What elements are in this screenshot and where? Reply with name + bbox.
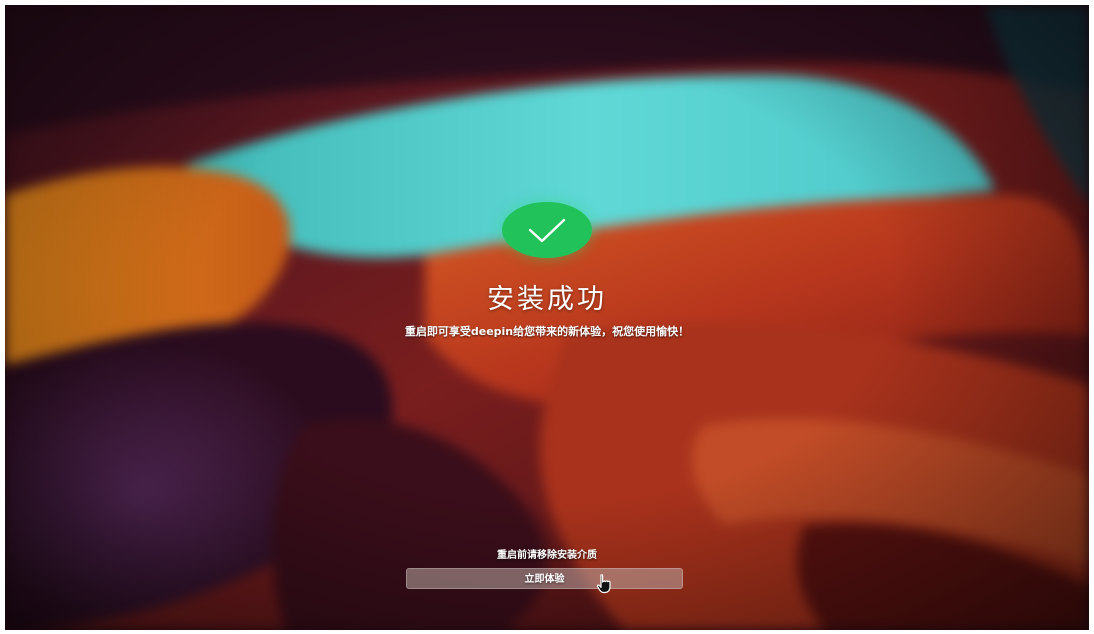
install-result-panel: 安装成功 重启即可享受deepin给您带来的新体验，祝您使用愉快！ 重启前请移除…	[5, 5, 1089, 630]
install-success-message: 重启即可享受deepin给您带来的新体验，祝您使用愉快！	[404, 325, 690, 338]
installer-screen: 安装成功 重启即可享受deepin给您带来的新体验，祝您使用愉快！ 重启前请移除…	[5, 5, 1089, 630]
experience-now-button[interactable]: 立即体验	[406, 568, 683, 589]
hand-pointer-icon	[596, 574, 611, 594]
success-checkmark-icon	[502, 202, 592, 258]
remove-media-hint: 重启前请移除安装介质	[497, 550, 597, 561]
install-success-title: 安装成功	[487, 284, 607, 315]
